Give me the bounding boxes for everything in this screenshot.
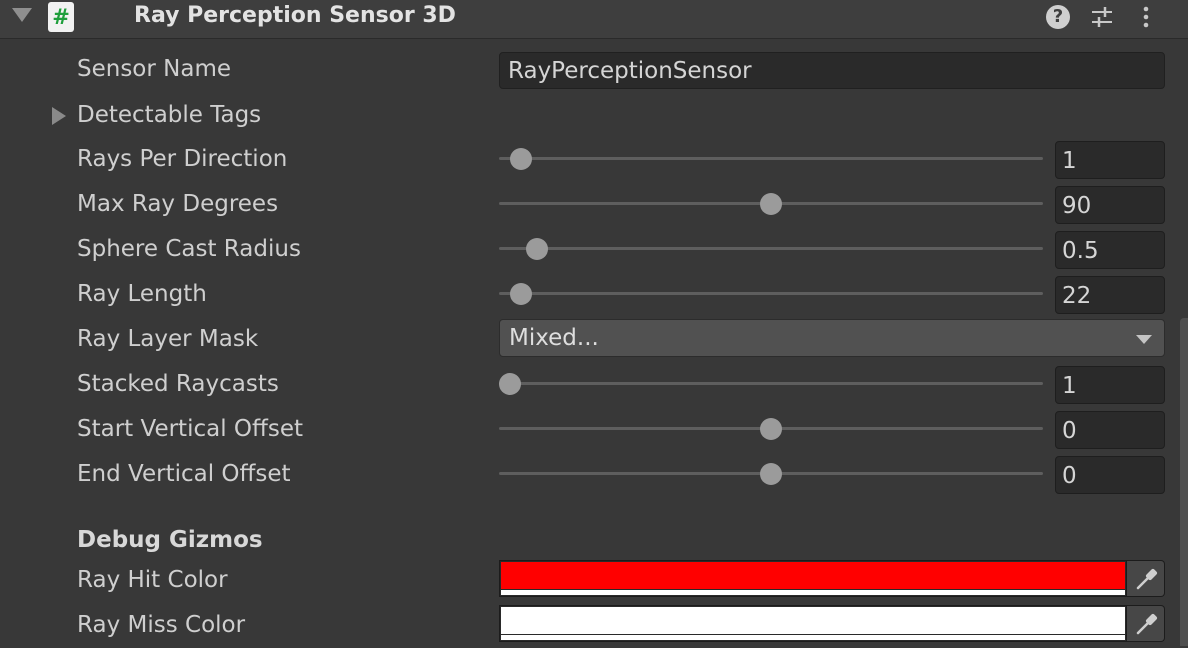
help-icon[interactable]: ? — [1046, 5, 1070, 29]
color-swatch[interactable] — [501, 607, 1125, 634]
eyedropper-icon — [1136, 568, 1158, 590]
end-vertical-offset-label: End Vertical Offset — [77, 461, 291, 487]
scrollbar[interactable] — [1180, 318, 1188, 646]
detectable-tags-row[interactable]: Detectable Tags — [0, 93, 1188, 138]
component-title: Ray Perception Sensor 3D — [134, 3, 456, 28]
slider-track[interactable] — [499, 292, 1043, 295]
eyedropper-icon — [1136, 613, 1158, 635]
slider-thumb[interactable] — [509, 148, 532, 170]
eyedropper-button[interactable] — [1127, 560, 1165, 597]
ray-layer-mask-row: Ray Layer Mask Mixed... — [0, 317, 1188, 362]
debug-gizmos-section: Debug Gizmos — [0, 518, 1188, 563]
color-swatch[interactable] — [501, 562, 1125, 589]
alpha-bar — [501, 635, 1125, 640]
ray-hit-color-label: Ray Hit Color — [77, 567, 228, 593]
slider-thumb[interactable] — [760, 463, 782, 485]
max-ray-degrees-row: Max Ray Degrees 90 — [0, 182, 1188, 227]
ray-hit-color-field[interactable] — [499, 560, 1127, 597]
ray-layer-mask-label: Ray Layer Mask — [77, 326, 259, 352]
script-icon: # — [48, 2, 74, 32]
stacked-raycasts-input[interactable]: 1 — [1055, 366, 1165, 404]
ray-miss-color-label: Ray Miss Color — [77, 612, 246, 638]
start-vertical-offset-label: Start Vertical Offset — [77, 416, 304, 442]
detectable-tags-label[interactable]: Detectable Tags — [77, 93, 261, 138]
ray-length-slider[interactable] — [499, 272, 1043, 317]
slider-thumb[interactable] — [498, 373, 521, 395]
component-header[interactable]: # Ray Perception Sensor 3D ? — [0, 0, 1188, 39]
ray-layer-mask-value: Mixed... — [509, 325, 599, 351]
stacked-raycasts-slider[interactable] — [498, 362, 1043, 407]
slider-thumb[interactable] — [760, 418, 782, 440]
ray-miss-color-field[interactable] — [499, 605, 1127, 642]
start-vertical-offset-row: Start Vertical Offset 0 — [0, 407, 1188, 452]
ray-length-row: Ray Length 22 — [0, 272, 1188, 317]
ray-length-label: Ray Length — [77, 281, 207, 307]
ray-hit-color-row: Ray Hit Color — [0, 558, 1188, 603]
chevron-down-icon[interactable] — [1136, 335, 1152, 344]
rays-per-direction-slider[interactable] — [499, 137, 1043, 182]
sensor-name-input[interactable]: RayPerceptionSensor — [499, 52, 1165, 89]
rays-per-direction-label: Rays Per Direction — [77, 146, 288, 172]
sphere-cast-radius-label: Sphere Cast Radius — [77, 236, 301, 262]
sphere-cast-radius-input[interactable]: 0.5 — [1055, 231, 1165, 269]
slider-thumb[interactable] — [760, 193, 782, 215]
debug-gizmos-header: Debug Gizmos — [77, 527, 263, 553]
slider-track[interactable] — [499, 382, 1043, 385]
stacked-raycasts-label: Stacked Raycasts — [77, 371, 279, 397]
slider-track[interactable] — [499, 157, 1043, 160]
slider-thumb[interactable] — [509, 283, 532, 305]
sensor-name-label: Sensor Name — [77, 56, 232, 82]
max-ray-degrees-input[interactable]: 90 — [1055, 186, 1165, 224]
end-vertical-offset-row: End Vertical Offset 0 — [0, 452, 1188, 497]
sphere-cast-radius-slider[interactable] — [499, 227, 1043, 272]
ray-length-input[interactable]: 22 — [1055, 276, 1165, 314]
eyedropper-button[interactable] — [1127, 605, 1165, 642]
foldout-expanded-icon[interactable] — [12, 8, 32, 22]
ray-layer-mask-dropdown[interactable]: Mixed... — [499, 319, 1165, 357]
end-vertical-offset-input[interactable]: 0 — [1055, 456, 1165, 494]
rays-per-direction-row: Rays Per Direction 1 — [0, 137, 1188, 182]
rays-per-direction-input[interactable]: 1 — [1055, 141, 1165, 179]
start-vertical-offset-input[interactable]: 0 — [1055, 411, 1165, 449]
presets-icon[interactable] — [1090, 4, 1114, 30]
start-vertical-offset-slider[interactable] — [499, 407, 1043, 452]
sensor-name-row: Sensor Name RayPerceptionSensor — [0, 47, 1188, 92]
slider-track[interactable] — [499, 247, 1043, 250]
end-vertical-offset-slider[interactable] — [499, 452, 1043, 497]
slider-thumb[interactable] — [526, 238, 549, 260]
sphere-cast-radius-row: Sphere Cast Radius 0.5 — [0, 227, 1188, 272]
foldout-collapsed-icon[interactable] — [52, 107, 66, 125]
stacked-raycasts-row: Stacked Raycasts 1 — [0, 362, 1188, 407]
alpha-bar — [501, 590, 1125, 595]
ray-miss-color-row: Ray Miss Color — [0, 603, 1188, 648]
context-menu-icon[interactable] — [1136, 4, 1156, 30]
max-ray-degrees-label: Max Ray Degrees — [77, 191, 279, 217]
max-ray-degrees-slider[interactable] — [499, 182, 1043, 227]
